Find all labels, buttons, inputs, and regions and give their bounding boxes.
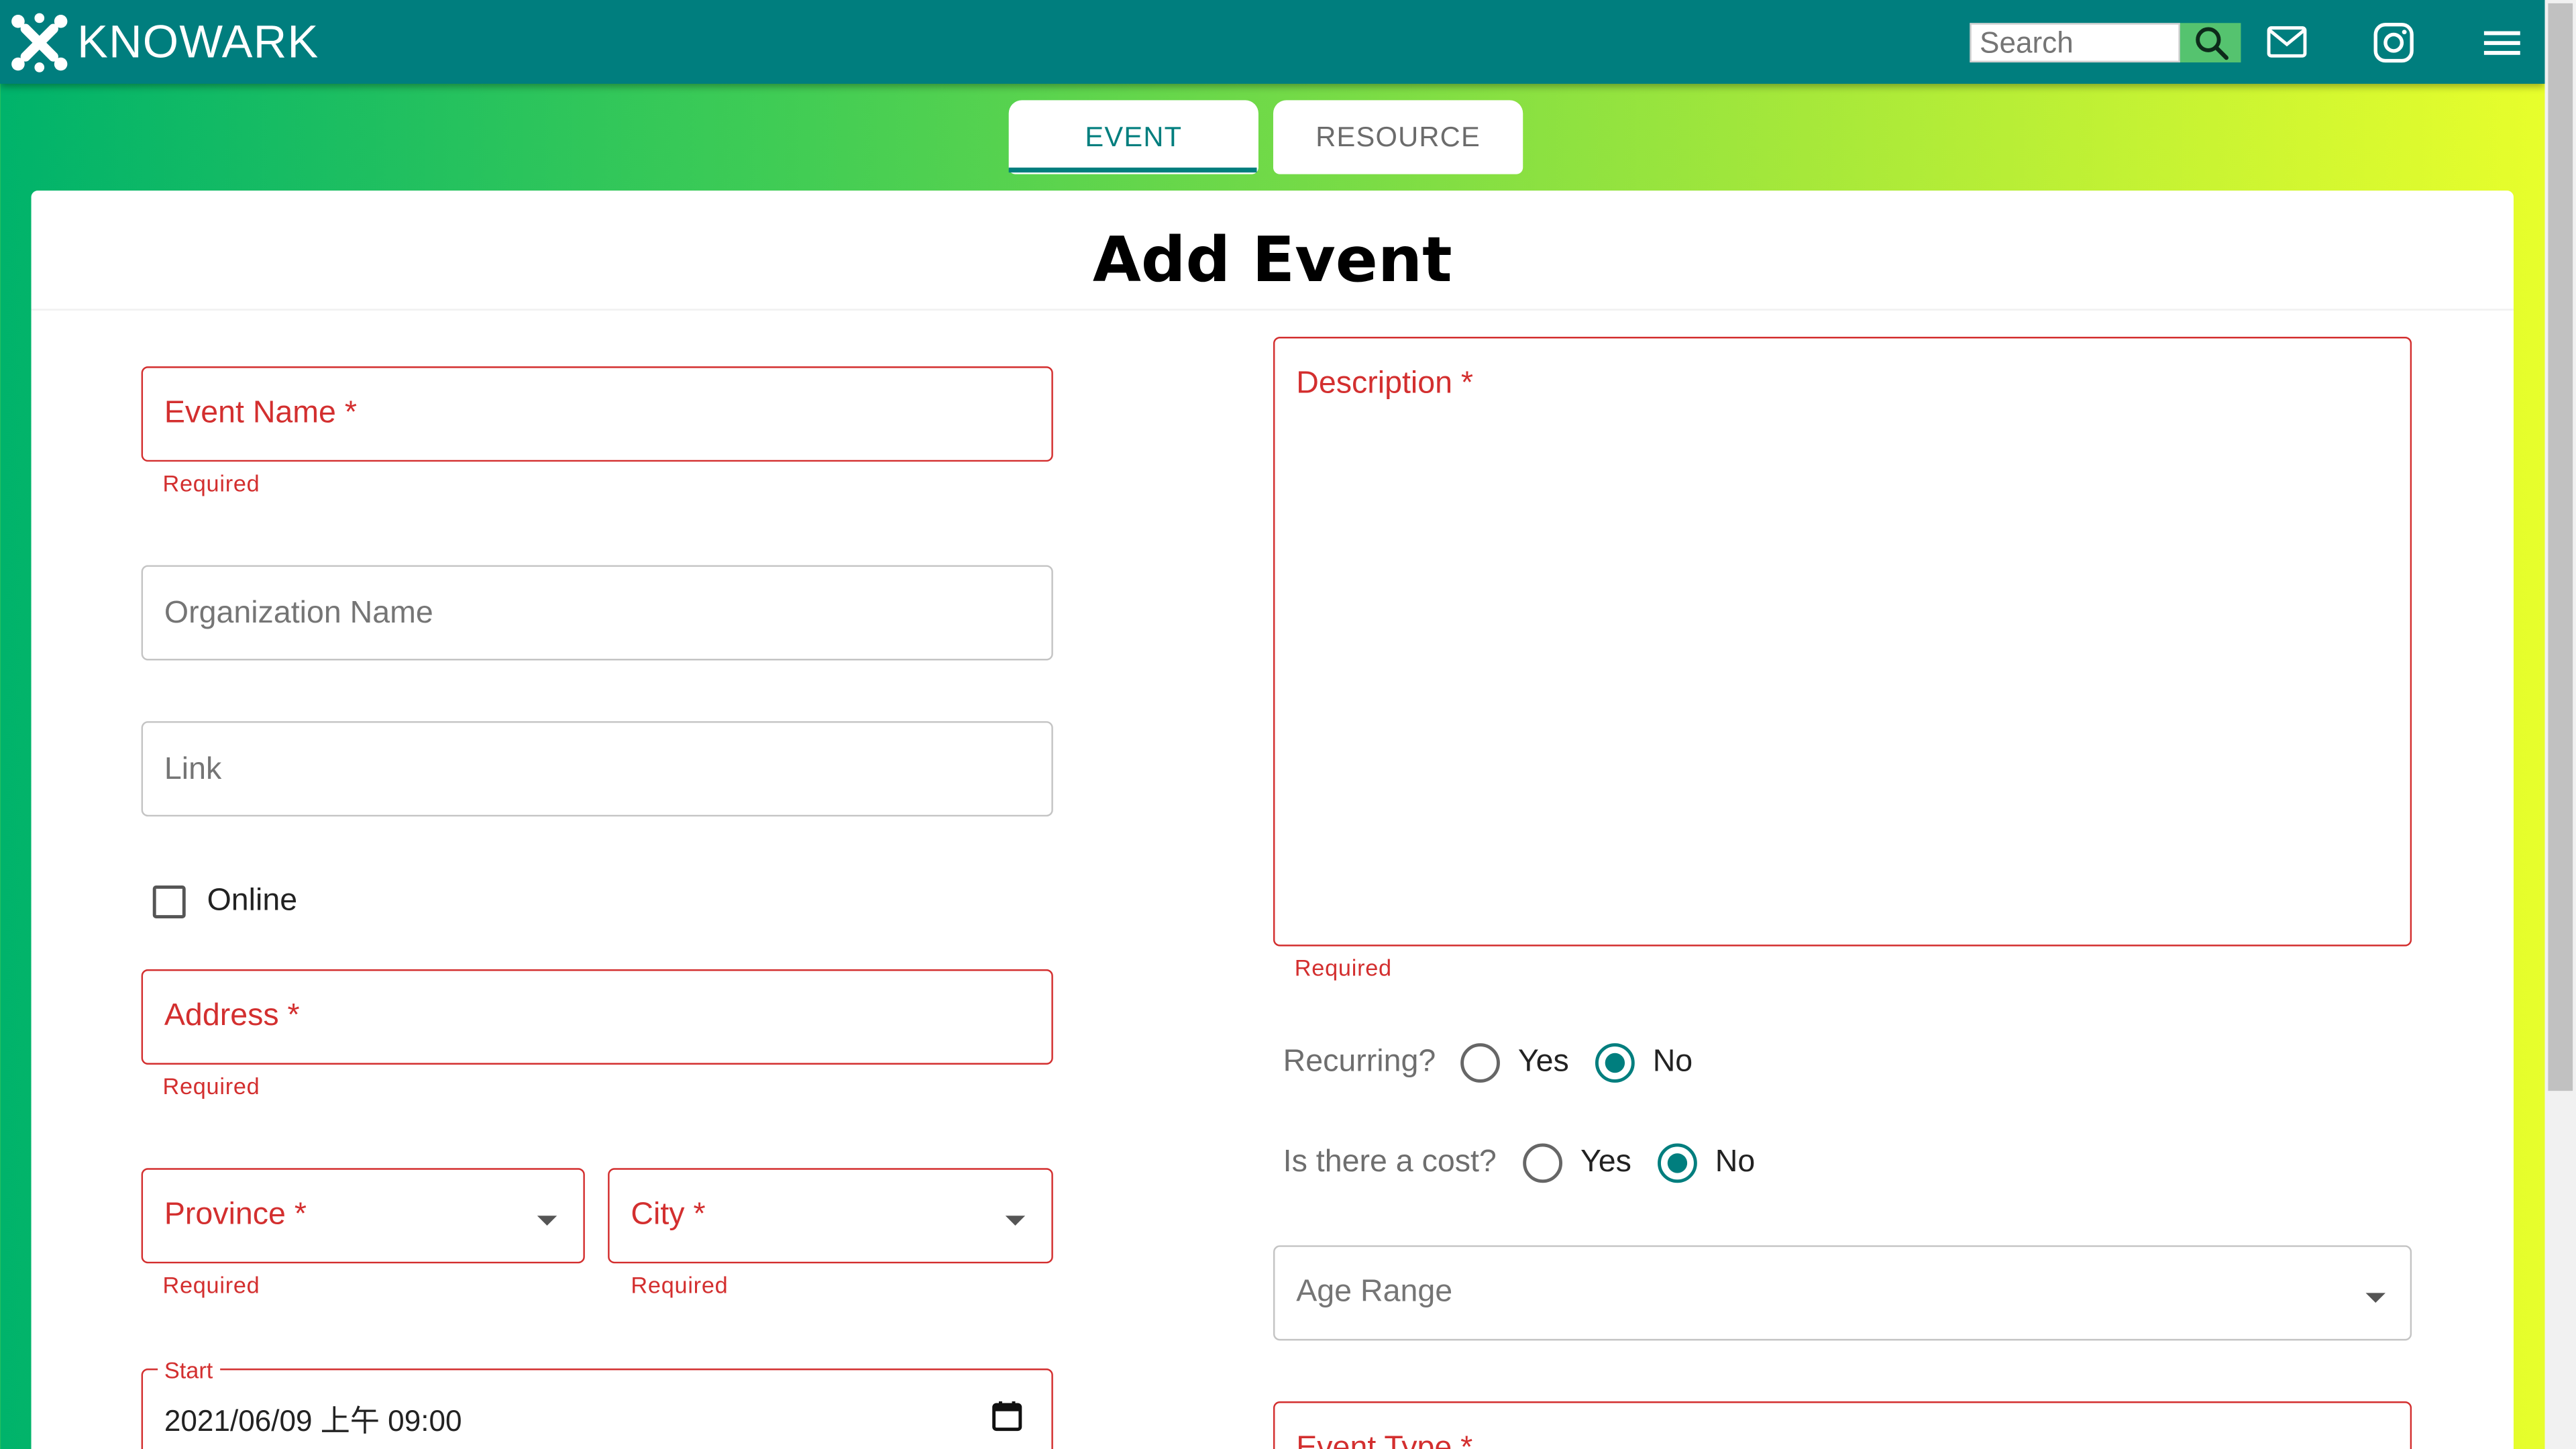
recurring-yes-label: Yes — [1517, 1044, 1569, 1079]
city-helper: Required — [631, 1271, 729, 1298]
title-divider — [31, 309, 2514, 311]
chevron-down-icon — [2365, 1293, 2385, 1303]
cost-label: Is there a cost? — [1283, 1144, 1497, 1180]
scrollbar-thumb[interactable] — [2548, 3, 2573, 1091]
page-title: Add Event — [1092, 223, 1452, 296]
mail-icon — [2267, 26, 2307, 58]
link-field[interactable]: Link — [141, 721, 1053, 817]
logo-icon — [11, 13, 68, 72]
cost-no-label: No — [1715, 1144, 1756, 1180]
brand-name: KNOWARK — [77, 16, 319, 68]
chevron-down-icon — [1005, 1216, 1026, 1226]
online-checkbox[interactable] — [152, 885, 186, 918]
instagram-icon — [2373, 23, 2414, 63]
menu-icon — [2483, 31, 2520, 55]
event-type-label: Event Type * — [1296, 1431, 1473, 1449]
age-range-select[interactable]: Age Range — [1273, 1245, 2412, 1341]
city-label: City * — [631, 1197, 706, 1232]
link-label: Link — [164, 752, 222, 788]
start-datetime-field[interactable]: 2021/06/09 上午 09:00 — [141, 1368, 1053, 1449]
description-textarea[interactable]: Description * — [1273, 337, 2412, 947]
mail-button[interactable] — [2264, 19, 2310, 66]
province-label: Province * — [164, 1197, 307, 1232]
organization-name-label: Organization Name — [164, 596, 433, 631]
organization-name-field[interactable]: Organization Name — [141, 565, 1053, 661]
top-navigation-bar: KNOWARK — [0, 0, 2545, 84]
province-select[interactable]: Province * — [141, 1168, 585, 1264]
event-name-helper: Required — [162, 470, 260, 496]
address-helper: Required — [162, 1073, 260, 1099]
search-button[interactable] — [2180, 23, 2241, 63]
brand-logo[interactable]: KNOWARK — [7, 10, 319, 76]
event-name-field[interactable]: Event Name * — [141, 366, 1053, 462]
page: KNOWARK Search EVENT RESOURCE Add Event … — [0, 0, 2576, 1449]
tab-event[interactable]: EVENT — [1008, 100, 1258, 174]
search-input[interactable] — [1970, 23, 2180, 63]
recurring-label: Recurring? — [1283, 1044, 1436, 1079]
instagram-button[interactable] — [2371, 19, 2417, 66]
cost-no-radio[interactable] — [1658, 1143, 1697, 1183]
start-label: Start — [158, 1356, 220, 1384]
cost-yes-label: Yes — [1580, 1144, 1631, 1180]
active-tab-indicator — [1008, 167, 1257, 173]
address-field[interactable]: Address * — [141, 969, 1053, 1065]
recurring-yes-radio[interactable] — [1460, 1043, 1500, 1083]
event-type-select[interactable]: Event Type * — [1273, 1401, 2412, 1449]
menu-button[interactable] — [2479, 19, 2526, 66]
search-icon — [2195, 27, 2228, 60]
city-select[interactable]: City * — [608, 1168, 1053, 1264]
age-range-label: Age Range — [1296, 1275, 1453, 1309]
address-label: Address * — [164, 998, 300, 1034]
tab-resource[interactable]: RESOURCE — [1273, 100, 1523, 174]
online-label: Online — [207, 883, 298, 918]
cost-yes-radio[interactable] — [1523, 1143, 1562, 1183]
description-helper: Required — [1294, 954, 1392, 981]
event-name-label: Event Name * — [164, 396, 358, 431]
chevron-down-icon — [537, 1216, 557, 1226]
recurring-no-radio[interactable] — [1595, 1043, 1635, 1083]
calendar-icon[interactable] — [991, 1400, 1024, 1433]
description-label: Description * — [1296, 366, 1474, 401]
start-datetime-value: 2021/06/09 上午 09:00 — [164, 1404, 462, 1438]
province-helper: Required — [162, 1271, 260, 1298]
recurring-no-label: No — [1652, 1044, 1693, 1079]
